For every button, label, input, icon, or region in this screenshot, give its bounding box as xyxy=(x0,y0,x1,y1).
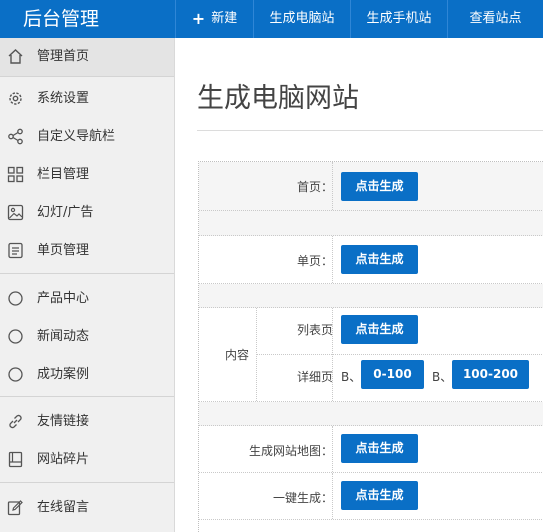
divider xyxy=(0,482,174,483)
generate-sitemap-button[interactable]: 点击生成 xyxy=(341,434,418,463)
sidebar: 管理首页 系统设置 自定义导航栏 栏目管理 幻灯/广告 单页管理 产品中心 新闻… xyxy=(0,38,175,532)
generate-mobile-button[interactable]: 生成手机站 xyxy=(350,0,447,38)
generate-list-page-button[interactable]: 点击生成 xyxy=(341,315,418,344)
circle-icon xyxy=(8,291,23,306)
row-home: 首页： 点击生成 xyxy=(199,162,543,211)
sidebar-item-label: 网站碎片 xyxy=(37,452,90,467)
sidebar-item-label: 友情链接 xyxy=(37,414,90,429)
sidebar-item-label: 系统设置 xyxy=(37,91,90,106)
share-icon xyxy=(8,128,23,145)
image-icon xyxy=(7,204,24,221)
row-spacer xyxy=(199,211,543,236)
app-title: 后台管理 xyxy=(0,0,175,38)
sidebar-item-news[interactable]: 新闻动态 xyxy=(0,318,174,356)
sidebar-item-label: 自定义导航栏 xyxy=(37,129,116,144)
row-sitemap: 生成网站地图： 点击生成 xyxy=(199,426,543,473)
sidebar-item-products[interactable]: 产品中心 xyxy=(0,280,174,318)
sidebar-item-settings[interactable]: 系统设置 xyxy=(0,80,174,118)
circle-icon xyxy=(8,329,23,344)
generate-pc-button[interactable]: 生成电脑站 xyxy=(253,0,350,38)
divider xyxy=(332,426,333,472)
new-button[interactable]: + 新建 xyxy=(175,0,253,38)
sidebar-item-friend-links[interactable]: 友情链接 xyxy=(0,403,174,441)
view-site-button[interactable]: 查看站点 xyxy=(447,0,543,38)
generate-all-button[interactable]: 点击生成 xyxy=(341,481,418,510)
sidebar-item-custom-nav[interactable]: 自定义导航栏 xyxy=(0,118,174,156)
sidebar-item-cases[interactable]: 成功案例 xyxy=(0,356,174,394)
divider xyxy=(332,308,333,401)
sidebar-item-label: 成功案例 xyxy=(37,367,90,382)
divider xyxy=(0,76,174,77)
book-icon xyxy=(8,451,23,468)
circle-icon xyxy=(8,367,23,382)
row-onekey: 一键生成： 点击生成 xyxy=(199,473,543,520)
sidebar-item-label: 栏目管理 xyxy=(37,167,90,182)
row-spacer xyxy=(199,402,543,426)
sidebar-item-fragments[interactable]: 网站碎片 xyxy=(0,441,174,479)
range-prefix: B、 xyxy=(341,370,362,384)
sidebar-item-label: 新闻动态 xyxy=(37,329,90,344)
link-icon xyxy=(9,414,22,429)
plus-icon: + xyxy=(191,9,206,28)
generate-home-button[interactable]: 点击生成 xyxy=(341,172,418,201)
divider xyxy=(0,273,174,274)
row-single-page: 单页： 点击生成 xyxy=(199,236,543,284)
sidebar-item-columns[interactable]: 栏目管理 xyxy=(0,156,174,194)
divider xyxy=(332,473,333,519)
sidebar-item-label: 管理首页 xyxy=(37,49,90,64)
home-icon xyxy=(8,49,23,64)
detail-page-label: 详细页 xyxy=(296,370,333,384)
sidebar-item-home[interactable]: 管理首页 xyxy=(0,38,174,76)
sidebar-item-slides-ads[interactable]: 幻灯/广告 xyxy=(0,194,174,232)
sidebar-item-single-pages[interactable]: 单页管理 xyxy=(0,232,174,270)
page-title: 生成电脑网站 xyxy=(197,83,359,114)
onekey-label: 一键生成： xyxy=(272,491,333,505)
single-page-label: 单页： xyxy=(296,254,333,268)
gear-icon xyxy=(9,92,22,105)
main-content: 生成电脑网站 首页： 点击生成 单页： 点击生成 内容 列表页 点击生成 详细页… xyxy=(175,38,543,532)
sidebar-item-messages[interactable]: 在线留言 xyxy=(0,489,174,527)
range-prefix: B、 xyxy=(432,370,453,384)
generate-form: 首页： 点击生成 单页： 点击生成 内容 列表页 点击生成 详细页 B、 0-1… xyxy=(198,161,543,532)
top-bar: 后台管理 + 新建 生成电脑站 生成手机站 查看站点 xyxy=(0,0,543,38)
sidebar-item-label: 产品中心 xyxy=(37,291,90,306)
generate-single-page-button[interactable]: 点击生成 xyxy=(341,245,418,274)
sidebar-item-label: 幻灯/广告 xyxy=(37,205,94,220)
grid-icon xyxy=(7,166,24,183)
list-page-label: 列表页 xyxy=(296,323,333,337)
row-content: 内容 列表页 点击生成 详细页 B、 0-100 B、 100-200 xyxy=(199,308,543,402)
generate-detail-0-100-button[interactable]: 0-100 xyxy=(361,360,424,389)
title-divider xyxy=(197,130,543,131)
sidebar-item-label: 在线留言 xyxy=(37,500,90,515)
row-spacer xyxy=(199,284,543,308)
sitemap-label: 生成网站地图： xyxy=(248,444,333,458)
new-label: 新建 xyxy=(211,11,238,26)
home-label: 首页： xyxy=(296,180,333,194)
generate-detail-100-200-button[interactable]: 100-200 xyxy=(452,360,529,389)
divider xyxy=(0,396,174,397)
content-label: 内容 xyxy=(224,348,249,362)
document-icon xyxy=(8,242,23,259)
divider xyxy=(332,162,333,210)
divider xyxy=(256,354,543,355)
divider xyxy=(332,236,333,283)
edit-icon xyxy=(7,500,23,516)
sidebar-item-label: 单页管理 xyxy=(37,243,90,258)
